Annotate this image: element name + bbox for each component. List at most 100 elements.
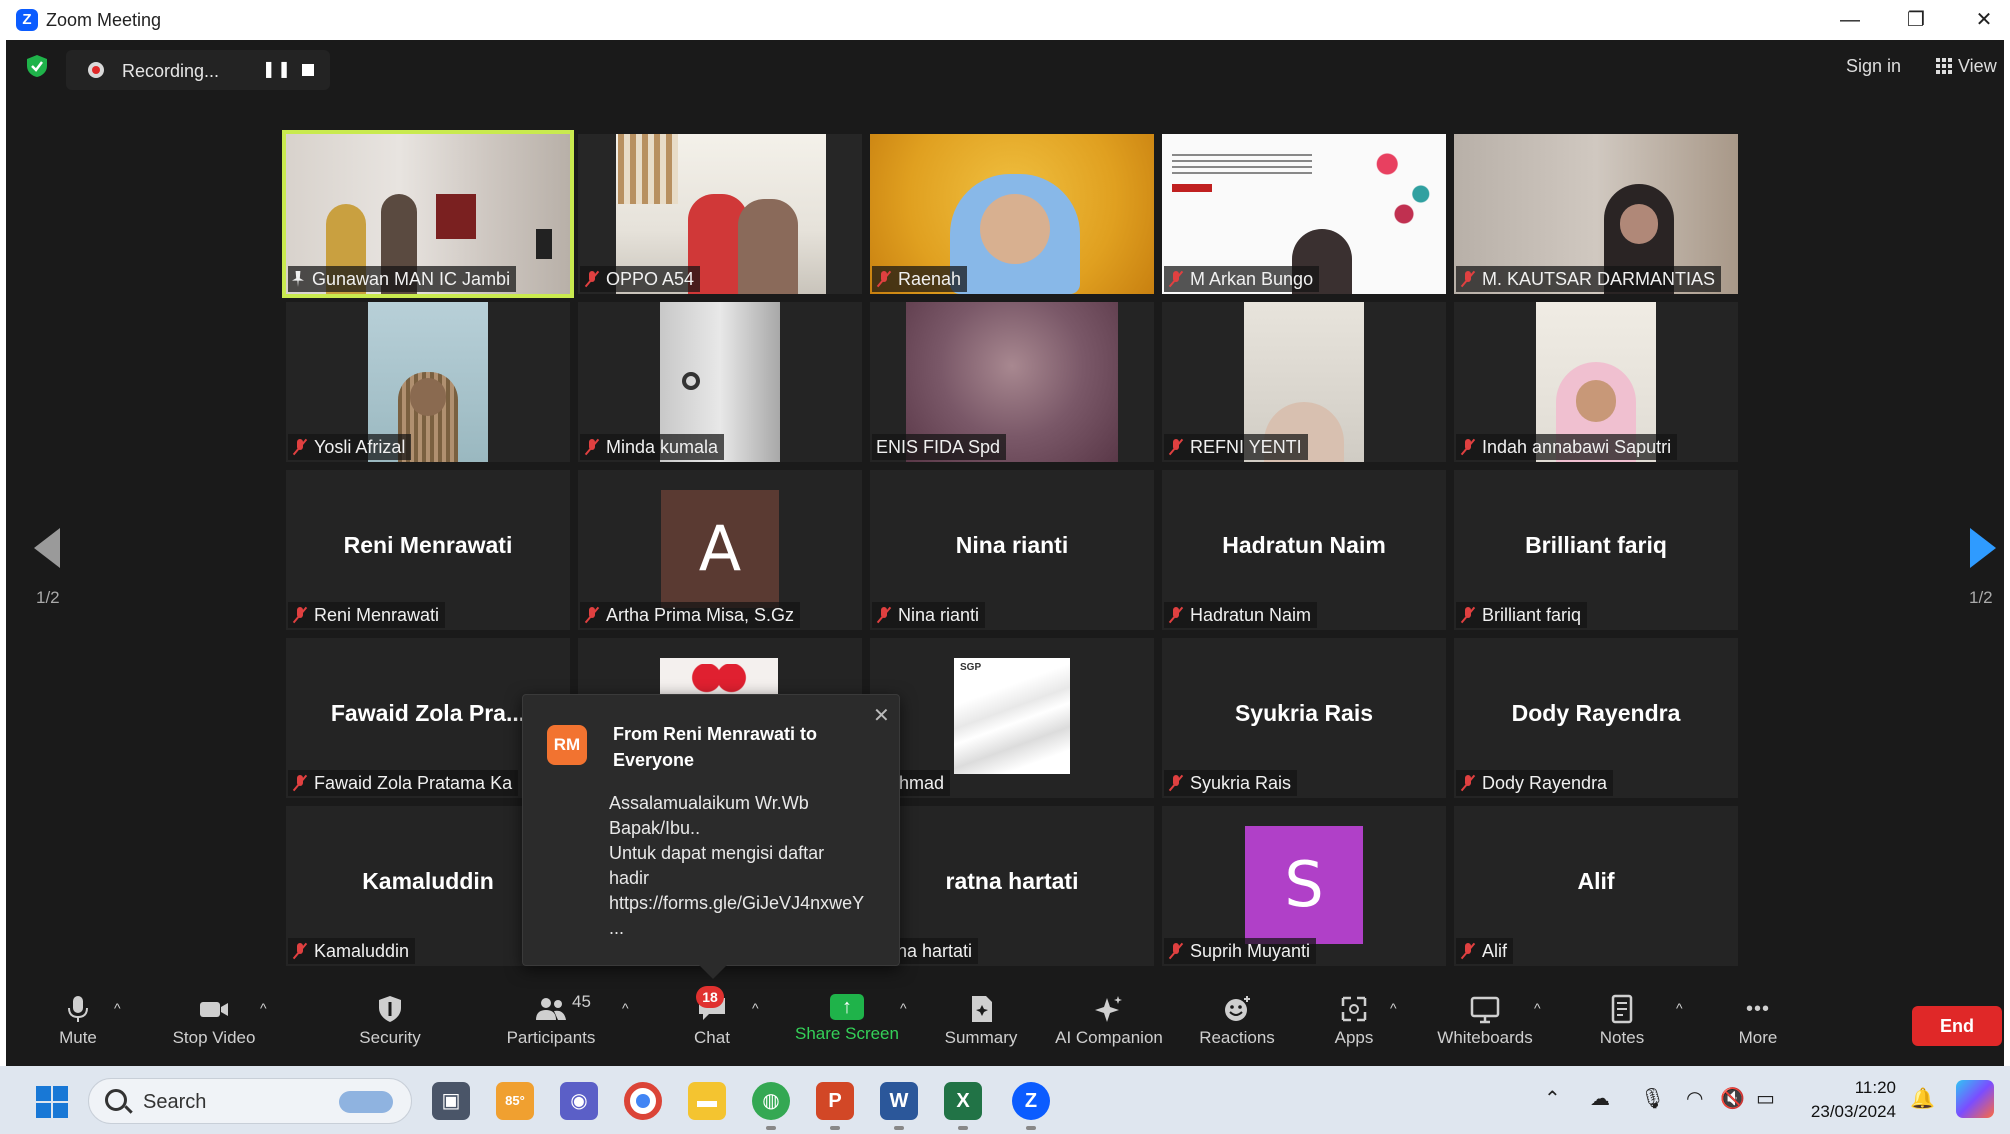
video-tile[interactable]: Nina rianti Nina rianti	[870, 470, 1154, 630]
microphone-tray-icon[interactable]: 🎙	[1640, 1086, 1665, 1111]
participant-display-name: Syukria Rais	[1234, 700, 1374, 726]
video-tile[interactable]: Indah annabawi Saputri	[1454, 302, 1738, 462]
volume-muted-icon[interactable]: 🔇	[1720, 1086, 1745, 1111]
chrome-icon[interactable]	[624, 1082, 662, 1120]
notes-button[interactable]: Notes	[1586, 994, 1658, 1048]
participants-button[interactable]: Participants 45	[496, 992, 606, 1048]
video-tile[interactable]: Yosli Afrizal	[286, 302, 570, 462]
weather-widget-icon[interactable]: 85°	[496, 1082, 534, 1120]
file-explorer-icon[interactable]: ▬	[688, 1082, 726, 1120]
teams-chat-icon[interactable]: ◉	[560, 1082, 598, 1120]
whiteboards-options-caret[interactable]: ^	[1534, 1000, 1541, 1016]
participant-display-name: Dody Rayendra	[1511, 700, 1681, 726]
video-tile[interactable]: Dody Rayendra Dody Rayendra	[1454, 638, 1738, 798]
powerpoint-icon[interactable]: P	[816, 1082, 854, 1130]
windows-taskbar: Search ▣ 85° ◉ ▬ ◍ P W X Z ⌃ ☁ 🎙 ◠ 🔇 ▭ 1…	[0, 1066, 2010, 1134]
tray-overflow-chevron-icon[interactable]: ⌃	[1544, 1086, 1561, 1111]
video-tile[interactable]: Minda kumala	[578, 302, 862, 462]
mute-button[interactable]: Mute	[42, 994, 114, 1048]
video-tile[interactable]: SGP Rahmad	[870, 638, 1154, 798]
video-camera-icon	[200, 1002, 228, 1017]
video-tile[interactable]: ENIS FIDA Spd	[870, 302, 1154, 462]
chat-options-caret[interactable]: ^	[752, 1000, 759, 1016]
video-tile[interactable]: Hadratun Naim Hadratun Naim	[1162, 470, 1446, 630]
zoom-logo-icon: Z	[16, 9, 38, 31]
video-tile[interactable]: A Artha Prima Misa, S.Gz	[578, 470, 862, 630]
participants-options-caret[interactable]: ^	[622, 1000, 629, 1016]
video-tile[interactable]: ratna hartati ratna hartati	[870, 806, 1154, 966]
participant-name-label: M. KAUTSAR DARMANTIAS	[1456, 266, 1722, 292]
restore-button[interactable]: ❐	[1896, 4, 1936, 36]
security-button[interactable]: Security	[350, 994, 430, 1048]
notification-bell-icon[interactable]: 🔔	[1910, 1086, 1935, 1111]
chrome-profile-icon[interactable]: ◍	[752, 1082, 790, 1130]
video-tile[interactable]: Gunawan MAN IC Jambi	[282, 130, 574, 298]
close-window-button[interactable]: ✕	[1964, 4, 2004, 36]
zoom-taskbar-icon[interactable]: Z	[1012, 1082, 1050, 1130]
stop-video-button[interactable]: Stop Video	[162, 994, 266, 1048]
security-shield-icon	[379, 996, 401, 1022]
end-meeting-button[interactable]: End	[1912, 1006, 2002, 1046]
sign-in-link[interactable]: Sign in	[1846, 56, 1901, 77]
more-button[interactable]: ••• More	[1728, 994, 1788, 1048]
participant-display-name: Hadratun Naim	[1222, 532, 1386, 558]
word-icon[interactable]: W	[880, 1082, 918, 1130]
chat-message-popup[interactable]: RM From Reni Menrawati to Everyone ✕ Ass…	[522, 694, 900, 979]
video-tile[interactable]: Reni Menrawati Reni Menrawati	[286, 470, 570, 630]
video-tile[interactable]: Alif Alif	[1454, 806, 1738, 966]
participant-name-label: Brilliant fariq	[1456, 602, 1588, 628]
previous-page-arrow-icon[interactable]	[34, 528, 60, 568]
windows-start-icon[interactable]	[36, 1086, 68, 1118]
share-screen-icon	[830, 994, 864, 1020]
wifi-icon[interactable]: ◠	[1686, 1086, 1703, 1111]
video-tile[interactable]: Brilliant fariq Brilliant fariq	[1454, 470, 1738, 630]
participant-display-name: Alif	[1577, 868, 1615, 894]
next-page-arrow-icon[interactable]	[1970, 528, 1996, 568]
meeting-area: Recording... ❚❚ Sign in View 1/2 1/2 Gun…	[6, 40, 2004, 1066]
chat-button[interactable]: 18 Chat	[676, 986, 748, 1048]
network-offline-icon[interactable]: ☁	[1590, 1086, 1610, 1111]
video-tile[interactable]: M Arkan Bungo	[1162, 134, 1446, 294]
muted-mic-icon	[1168, 270, 1184, 288]
video-tile[interactable]: S Suprih Muyanti	[1162, 806, 1446, 966]
battery-icon[interactable]: ▭	[1756, 1086, 1775, 1111]
share-options-caret[interactable]: ^	[900, 1000, 907, 1016]
encryption-shield-icon[interactable]	[26, 54, 48, 78]
video-tile[interactable]: M. KAUTSAR DARMANTIAS	[1454, 134, 1738, 294]
participant-name-label: Hadratun Naim	[1164, 602, 1318, 628]
muted-mic-icon	[292, 606, 308, 624]
minimize-button[interactable]: —	[1830, 4, 1870, 36]
view-button[interactable]: View	[1936, 56, 1997, 77]
whiteboards-button[interactable]: Whiteboards	[1430, 994, 1540, 1048]
chat-unread-badge: 18	[696, 986, 724, 1008]
stop-recording-button[interactable]	[302, 64, 314, 76]
reactions-button[interactable]: Reactions	[1192, 994, 1282, 1048]
zoom-window: Z Zoom Meeting — ❐ ✕ Recording... ❚❚ Sig…	[0, 0, 2010, 1134]
notes-options-caret[interactable]: ^	[1676, 1000, 1683, 1016]
apps-options-caret[interactable]: ^	[1390, 1000, 1397, 1016]
summary-button[interactable]: Summary	[936, 994, 1026, 1048]
video-tile[interactable]: REFNI YENTI	[1162, 302, 1446, 462]
share-screen-button[interactable]: Share Screen	[792, 994, 902, 1044]
video-options-caret[interactable]: ^	[260, 1000, 267, 1016]
audio-options-caret[interactable]: ^	[114, 1000, 121, 1016]
video-tile[interactable]: Raenah	[870, 134, 1154, 294]
taskbar-search-box[interactable]: Search	[88, 1078, 412, 1124]
close-popup-icon[interactable]: ✕	[873, 703, 890, 728]
whiteboard-icon	[1470, 996, 1500, 1024]
video-tile[interactable]: OPPO A54	[578, 134, 862, 294]
copilot-icon[interactable]	[1956, 1080, 1994, 1118]
system-clock[interactable]: 11:20 23/03/2024	[1806, 1076, 1896, 1124]
task-view-icon[interactable]: ▣	[432, 1082, 470, 1120]
muted-mic-icon	[1168, 942, 1184, 960]
participants-count: 45	[572, 992, 591, 1011]
excel-icon[interactable]: X	[944, 1082, 982, 1130]
chat-link[interactable]: https://forms.gle/GiJeVJ4nxweY	[609, 891, 889, 916]
ai-companion-button[interactable]: AI Companion	[1046, 994, 1172, 1048]
pause-recording-button[interactable]: ❚❚	[262, 58, 293, 82]
apps-button[interactable]: Apps	[1324, 994, 1384, 1048]
video-tile[interactable]: Syukria Rais Syukria Rais	[1162, 638, 1446, 798]
summary-document-icon	[972, 996, 992, 1022]
participant-name-label: Nina rianti	[872, 602, 986, 628]
participant-name-label: Yosli Afrizal	[288, 434, 412, 460]
